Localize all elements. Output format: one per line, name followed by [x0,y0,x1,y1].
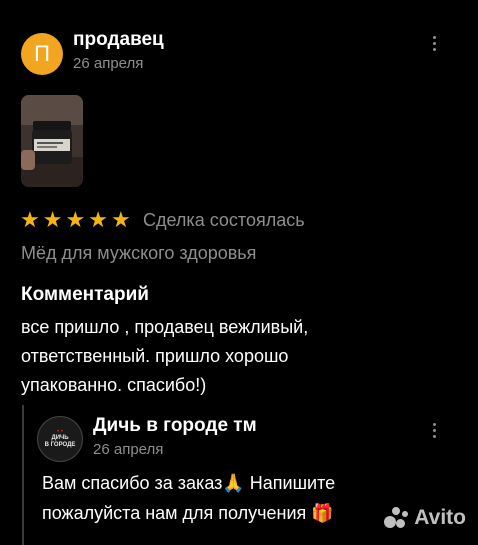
reply-author-name[interactable]: Дичь в городе тм [93,415,257,437]
review-date: 26 апреля [73,55,144,72]
comment-line: упакованно. спасибо!) [21,375,207,395]
logo-text-line: В ГОРОДЕ [44,442,76,448]
comment-line: все пришло , продавец вежливый, [21,317,309,337]
shop-avatar[interactable]: • • ДИЧЬ В ГОРОДЕ [37,416,83,462]
star-icon: ★ [42,207,64,232]
star-icon: ★ [65,207,87,232]
star-icon: ★ [88,207,109,232]
star-icon: ★ [20,207,41,232]
seller-avatar[interactable]: П [21,33,63,75]
avito-logo-icon [384,507,410,529]
review-more-menu-icon[interactable] [424,31,444,55]
deal-status: Сделка состоялась [143,210,305,230]
reply-line: Вам спасибо за заказ🙏 Напишите [42,473,336,493]
reply-more-menu-icon[interactable] [424,418,444,442]
comment-heading: Комментарий [21,284,149,305]
star-icon: ★ [110,207,132,232]
product-name[interactable]: Мёд для мужского здоровья [21,243,256,264]
review-photo-thumbnail[interactable] [21,95,83,187]
watermark-text: Avito [414,506,466,529]
avito-watermark: Avito [384,506,466,530]
logo-text-line: ДИЧЬ [51,435,69,441]
review-author-name[interactable]: продавец [73,29,164,51]
comment-line: ответственный. пришло хорошо [21,346,289,366]
honey-jar-photo [21,95,83,187]
reply-date: 26 апреля [93,441,164,458]
rating-stars: ★ ★ ★ ★ ★ [20,207,132,233]
reply-divider [22,405,24,545]
avatar-letter: П [34,41,50,66]
comment-body: все пришло , продавец вежливый, ответств… [21,313,461,400]
